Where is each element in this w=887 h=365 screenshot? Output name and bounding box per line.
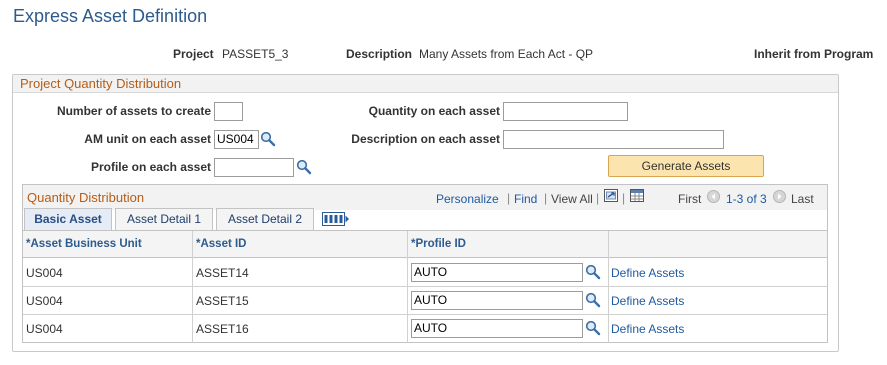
- find-link[interactable]: Find: [514, 192, 537, 206]
- profile-id-input[interactable]: AUTO: [411, 263, 583, 282]
- generate-assets-button[interactable]: Generate Assets: [608, 155, 764, 177]
- cell-asset-business-unit: US004: [26, 322, 63, 336]
- profile-input[interactable]: [214, 158, 294, 177]
- lookup-icon[interactable]: [585, 320, 601, 339]
- cell-asset-id: ASSET14: [196, 266, 249, 280]
- define-assets-link[interactable]: Define Assets: [611, 322, 684, 336]
- grid-icon[interactable]: [630, 189, 644, 205]
- lookup-icon[interactable]: [585, 292, 601, 311]
- cell-asset-id: ASSET15: [196, 294, 249, 308]
- asset-description-label: Description on each asset: [351, 132, 500, 146]
- column-divider: [608, 231, 609, 343]
- profile-id-input[interactable]: AUTO: [411, 291, 583, 310]
- row-divider: [23, 314, 827, 315]
- row-divider: [23, 286, 827, 287]
- am-unit-input[interactable]: US004: [214, 130, 259, 149]
- define-assets-link[interactable]: Define Assets: [611, 294, 684, 308]
- description-value: Many Assets from Each Act - QP: [419, 47, 594, 61]
- group-title: Project Quantity Distribution: [20, 76, 182, 91]
- quantity-label: Quantity on each asset: [368, 104, 500, 118]
- row-range: 1-3 of 3: [726, 192, 767, 206]
- next-icon[interactable]: [773, 190, 786, 206]
- view-all-link[interactable]: View All: [551, 192, 593, 206]
- toolbar-separator: |: [596, 191, 600, 205]
- tab-asset-detail-2[interactable]: Asset Detail 2: [216, 208, 314, 230]
- download-icon[interactable]: [604, 189, 618, 205]
- project-label: Project: [173, 47, 214, 61]
- column-header-asset-business-unit: *Asset Business Unit: [26, 238, 142, 250]
- quantity-input[interactable]: [503, 102, 628, 121]
- grid-title: Quantity Distribution: [27, 190, 145, 205]
- lookup-icon[interactable]: [585, 264, 601, 283]
- prev-icon[interactable]: [707, 190, 720, 206]
- asset-description-input[interactable]: [503, 130, 724, 149]
- lookup-icon[interactable]: [260, 131, 276, 150]
- page-title: Express Asset Definition: [13, 6, 208, 26]
- profile-id-input[interactable]: AUTO: [411, 319, 583, 338]
- num-assets-label: Number of assets to create: [56, 104, 211, 118]
- last-label: Last: [791, 192, 814, 206]
- cell-asset-business-unit: US004: [26, 266, 63, 280]
- project-value: PASSET5_3: [222, 47, 289, 61]
- cell-asset-id: ASSET16: [196, 322, 249, 336]
- tab-asset-detail-1[interactable]: Asset Detail 1: [115, 208, 213, 230]
- toolbar-separator: |: [544, 191, 548, 205]
- column-header-asset-id: *Asset ID: [196, 238, 247, 250]
- inherit-from-program-label: Inherit from Program: [754, 47, 874, 61]
- show-all-columns-icon[interactable]: [322, 212, 350, 229]
- column-divider: [192, 231, 193, 343]
- toolbar-separator: |: [507, 191, 511, 205]
- column-header-profile-id: *Profile ID: [411, 238, 466, 250]
- am-unit-label: AM unit on each asset: [84, 132, 211, 146]
- lookup-icon[interactable]: [296, 159, 312, 178]
- column-divider: [407, 231, 408, 343]
- first-label: First: [678, 192, 702, 206]
- cell-asset-business-unit: US004: [26, 294, 63, 308]
- num-assets-input[interactable]: [214, 102, 243, 121]
- profile-label: Profile on each asset: [90, 160, 211, 174]
- toolbar-separator: |: [622, 191, 626, 205]
- personalize-link[interactable]: Personalize: [436, 192, 499, 206]
- tab-basic-asset[interactable]: Basic Asset: [24, 208, 112, 231]
- define-assets-link[interactable]: Define Assets: [611, 266, 684, 280]
- description-label: Description: [346, 47, 413, 61]
